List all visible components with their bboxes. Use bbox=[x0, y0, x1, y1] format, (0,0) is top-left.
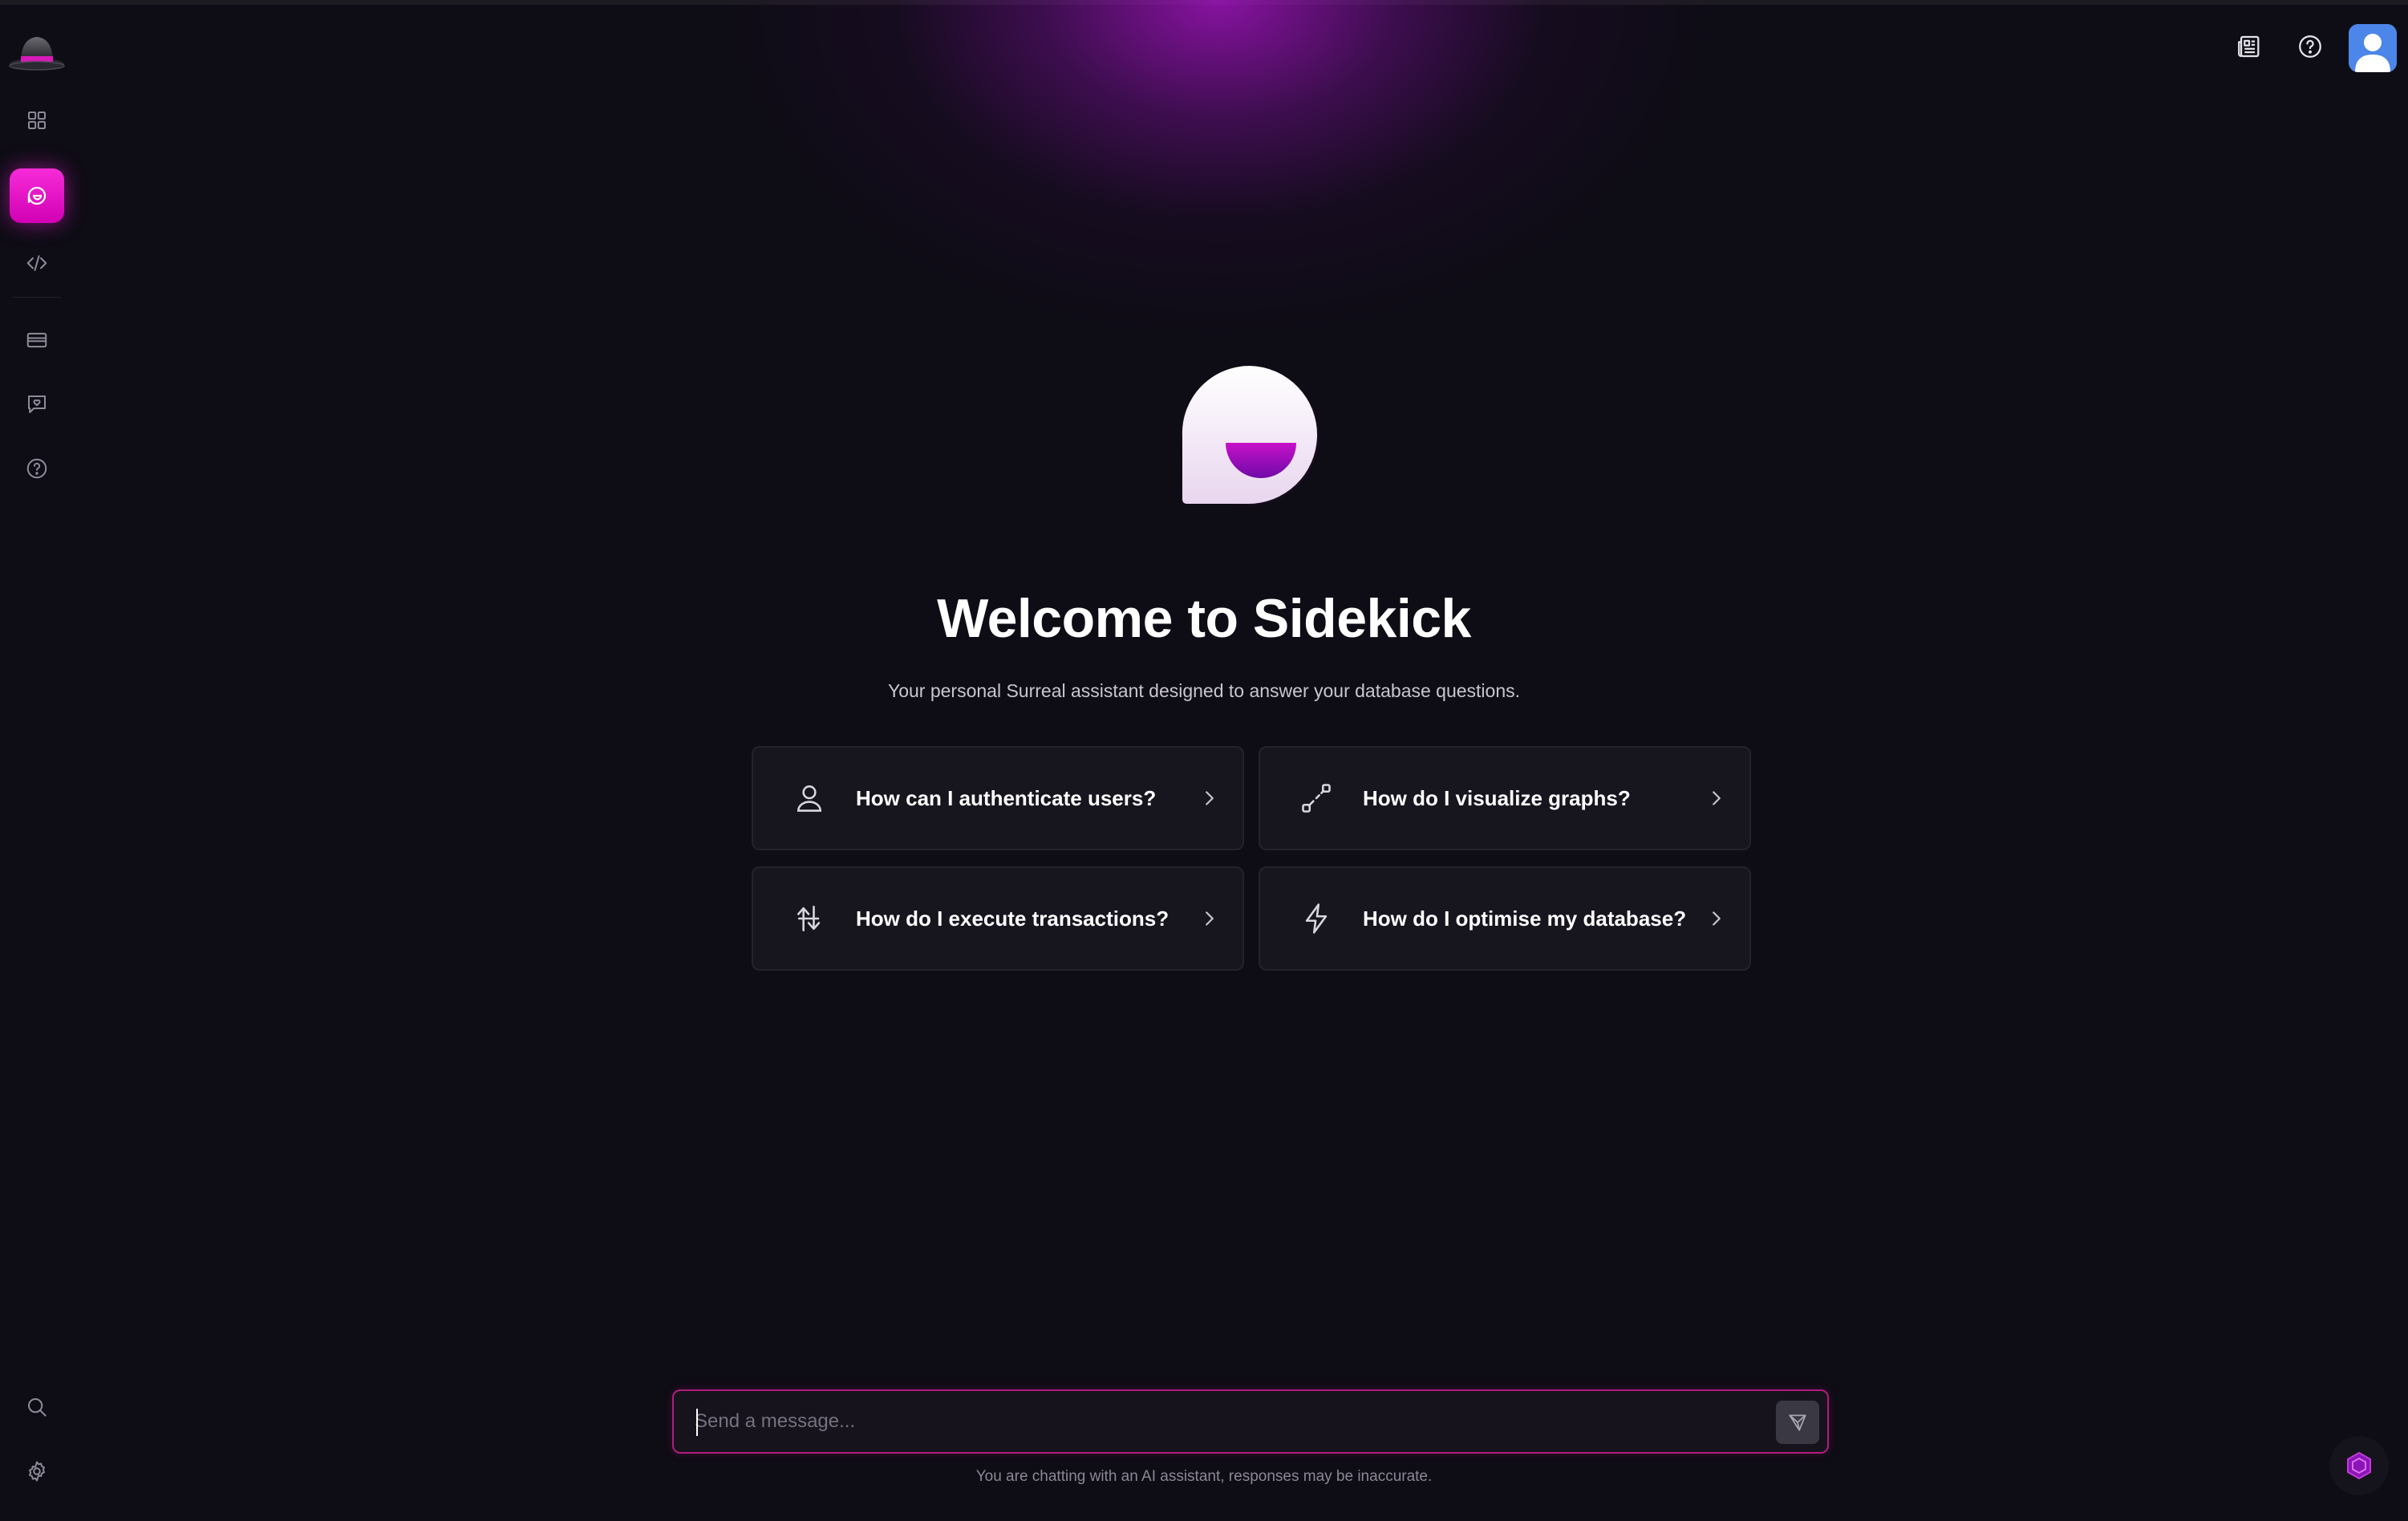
graph-icon bbox=[1294, 776, 1339, 821]
grid-icon bbox=[25, 108, 49, 132]
user-icon bbox=[787, 776, 832, 821]
help-circle-icon bbox=[2297, 33, 2324, 60]
sidebar-item-billing[interactable] bbox=[10, 313, 64, 367]
suggestion-label: How can I authenticate users? bbox=[856, 785, 1157, 810]
sidebar bbox=[0, 5, 74, 1521]
chevron-right-icon bbox=[1206, 791, 1214, 805]
page-subtitle: Your personal Surreal assistant designed… bbox=[887, 680, 1521, 701]
user-avatar-icon bbox=[2349, 24, 2397, 72]
send-icon bbox=[1787, 1412, 1808, 1433]
ai-disclaimer: You are chatting with an AI assistant, r… bbox=[975, 1468, 1433, 1485]
heart-chat-icon bbox=[25, 392, 49, 416]
suggestion-card-authenticate[interactable]: How can I authenticate users? bbox=[752, 746, 1244, 850]
text-caret bbox=[696, 1409, 698, 1436]
transaction-icon bbox=[787, 896, 832, 941]
avatar[interactable] bbox=[2349, 24, 2397, 72]
chevron-right-icon bbox=[1206, 911, 1214, 926]
sidebar-item-sidekick[interactable] bbox=[10, 168, 64, 223]
chevron-right-icon bbox=[1713, 791, 1721, 805]
sidebar-item-feedback[interactable] bbox=[10, 377, 64, 432]
newspaper-icon bbox=[2236, 33, 2263, 60]
suggestion-card-transactions[interactable]: How do I execute transactions? bbox=[752, 866, 1244, 971]
send-button[interactable] bbox=[1776, 1401, 1819, 1444]
sidebar-item-query[interactable] bbox=[10, 236, 64, 290]
sidebar-item-overview[interactable] bbox=[10, 93, 64, 148]
news-button[interactable] bbox=[2227, 24, 2272, 69]
sidebar-item-search[interactable] bbox=[10, 1380, 64, 1434]
sidebar-item-help[interactable] bbox=[10, 441, 64, 496]
message-input[interactable] bbox=[695, 1391, 1770, 1452]
lightning-icon bbox=[1294, 896, 1339, 941]
code-icon bbox=[25, 251, 49, 275]
sidekick-mascot bbox=[1179, 365, 1320, 507]
suggestion-label: How do I execute transactions? bbox=[856, 906, 1170, 931]
help-button[interactable] bbox=[2288, 24, 2333, 69]
suggestion-label: How do I optimise my database? bbox=[1363, 906, 1687, 931]
search-icon bbox=[25, 1395, 49, 1419]
surrealdb-icon bbox=[2347, 1451, 2371, 1480]
page-title: Welcome to Sidekick bbox=[937, 588, 1471, 649]
message-composer bbox=[672, 1389, 1829, 1454]
sidekick-icon bbox=[25, 184, 49, 208]
suggestion-label: How do I visualize graphs? bbox=[1363, 785, 1631, 810]
suggestion-card-optimise[interactable]: How do I optimise my database? bbox=[1259, 866, 1751, 971]
credit-card-icon bbox=[25, 328, 49, 352]
surrealist-logo[interactable] bbox=[8, 29, 66, 74]
background-glow bbox=[0, 0, 2408, 610]
sidebar-divider bbox=[13, 297, 61, 298]
suggestion-card-visualize[interactable]: How do I visualize graphs? bbox=[1259, 746, 1751, 850]
chevron-right-icon bbox=[1713, 911, 1721, 926]
surrealdb-badge[interactable] bbox=[2329, 1436, 2389, 1495]
app-window: Welcome to Sidekick Your personal Surrea… bbox=[0, 0, 2408, 1521]
help-circle-icon bbox=[25, 456, 49, 481]
window-top-border bbox=[0, 0, 2408, 5]
